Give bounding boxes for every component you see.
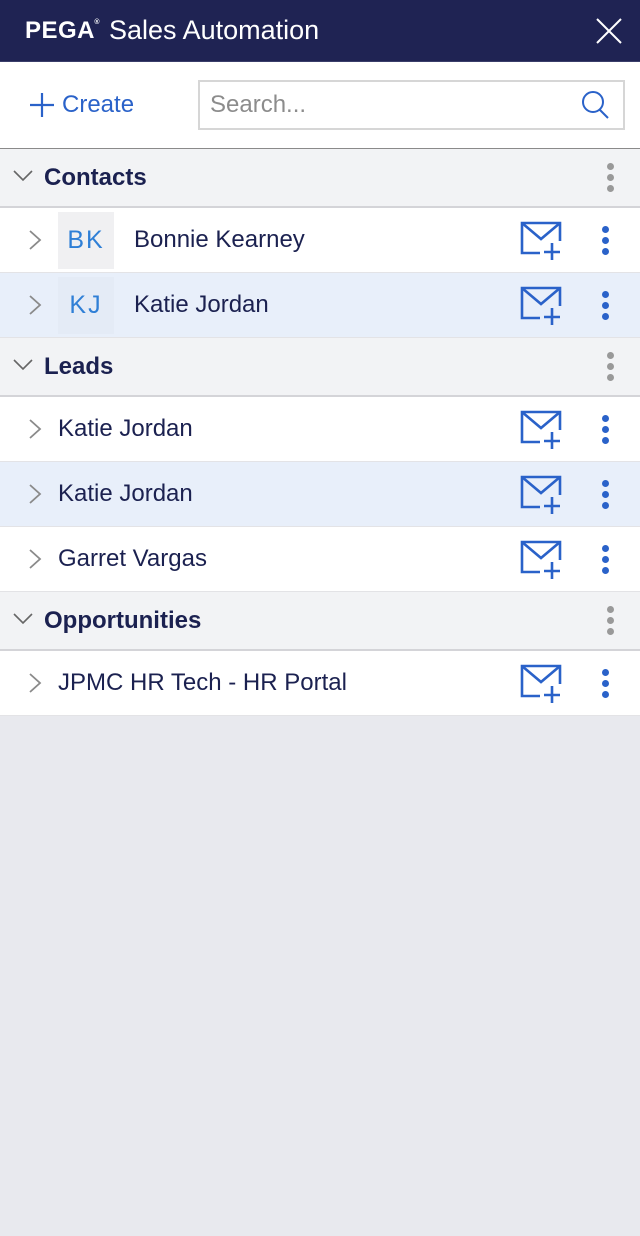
more-actions-icon[interactable] <box>602 291 609 320</box>
item-name[interactable]: Bonnie Kearney <box>134 226 305 254</box>
create-label: Create <box>62 91 135 118</box>
avatar: BK <box>58 211 114 269</box>
compose-email-button[interactable] <box>520 221 562 261</box>
chevron-down-icon[interactable] <box>12 607 34 634</box>
item-name[interactable]: Katie Jordan <box>58 415 193 443</box>
mail-plus-icon <box>520 410 562 454</box>
chevron-down-icon[interactable] <box>12 353 34 380</box>
list-item[interactable]: JPMC HR Tech - HR Portal <box>0 651 640 716</box>
logo-mark: ® <box>94 18 101 26</box>
section-title: Leads <box>44 352 114 380</box>
more-actions-icon[interactable] <box>602 480 609 509</box>
item-name[interactable]: Garret Vargas <box>58 545 207 573</box>
list-item[interactable]: Katie Jordan <box>0 397 640 462</box>
chevron-right-icon[interactable] <box>24 229 46 251</box>
section-more-icon[interactable] <box>607 606 614 635</box>
mail-plus-icon <box>520 221 562 265</box>
list-item[interactable]: KJ Katie Jordan <box>0 273 640 338</box>
search-icon[interactable] <box>579 89 611 121</box>
pega-logo: PEGA ® <box>25 16 100 45</box>
results-list: Contacts BK Bonnie Kearney KJ Katie Jordan Le… <box>0 149 640 716</box>
search-input[interactable] <box>210 91 579 119</box>
empty-area <box>0 716 640 1236</box>
mail-plus-icon <box>520 664 562 708</box>
chevron-down-icon[interactable] <box>12 164 34 191</box>
search-box <box>198 80 625 130</box>
mail-plus-icon <box>520 286 562 330</box>
compose-email-button[interactable] <box>520 475 562 515</box>
app-title: Sales Automation <box>109 15 320 45</box>
chevron-right-icon[interactable] <box>24 418 46 440</box>
chevron-right-icon[interactable] <box>24 483 46 505</box>
section-header-contacts[interactable]: Contacts <box>0 149 640 208</box>
chevron-right-icon[interactable] <box>24 548 46 570</box>
compose-email-button[interactable] <box>520 664 562 704</box>
app-header: PEGA ® Sales Automation <box>0 0 640 62</box>
chevron-right-icon[interactable] <box>24 294 46 316</box>
more-actions-icon[interactable] <box>602 415 609 444</box>
compose-email-button[interactable] <box>520 286 562 326</box>
compose-email-button[interactable] <box>520 410 562 450</box>
plus-icon <box>30 93 54 117</box>
section-title: Contacts <box>44 163 147 191</box>
logo-text: PEGA <box>25 16 96 44</box>
close-icon <box>596 18 622 44</box>
list-item[interactable]: BK Bonnie Kearney <box>0 208 640 273</box>
item-name[interactable]: JPMC HR Tech - HR Portal <box>58 669 347 697</box>
more-actions-icon[interactable] <box>602 545 609 574</box>
close-button[interactable] <box>594 16 624 46</box>
more-actions-icon[interactable] <box>602 669 609 698</box>
create-button[interactable]: Create <box>28 91 198 119</box>
mail-plus-icon <box>520 475 562 519</box>
section-header-opportunities[interactable]: Opportunities <box>0 592 640 651</box>
section-more-icon[interactable] <box>607 163 614 192</box>
section-title: Opportunities <box>44 606 202 634</box>
section-more-icon[interactable] <box>607 352 614 381</box>
compose-email-button[interactable] <box>520 540 562 580</box>
avatar: KJ <box>58 276 114 334</box>
list-item[interactable]: Garret Vargas <box>0 527 640 592</box>
toolbar: Create <box>0 62 640 149</box>
chevron-right-icon[interactable] <box>24 672 46 694</box>
item-name[interactable]: Katie Jordan <box>58 480 193 508</box>
list-item[interactable]: Katie Jordan <box>0 462 640 527</box>
section-header-leads[interactable]: Leads <box>0 338 640 397</box>
item-name[interactable]: Katie Jordan <box>134 291 269 319</box>
mail-plus-icon <box>520 540 562 584</box>
more-actions-icon[interactable] <box>602 226 609 255</box>
